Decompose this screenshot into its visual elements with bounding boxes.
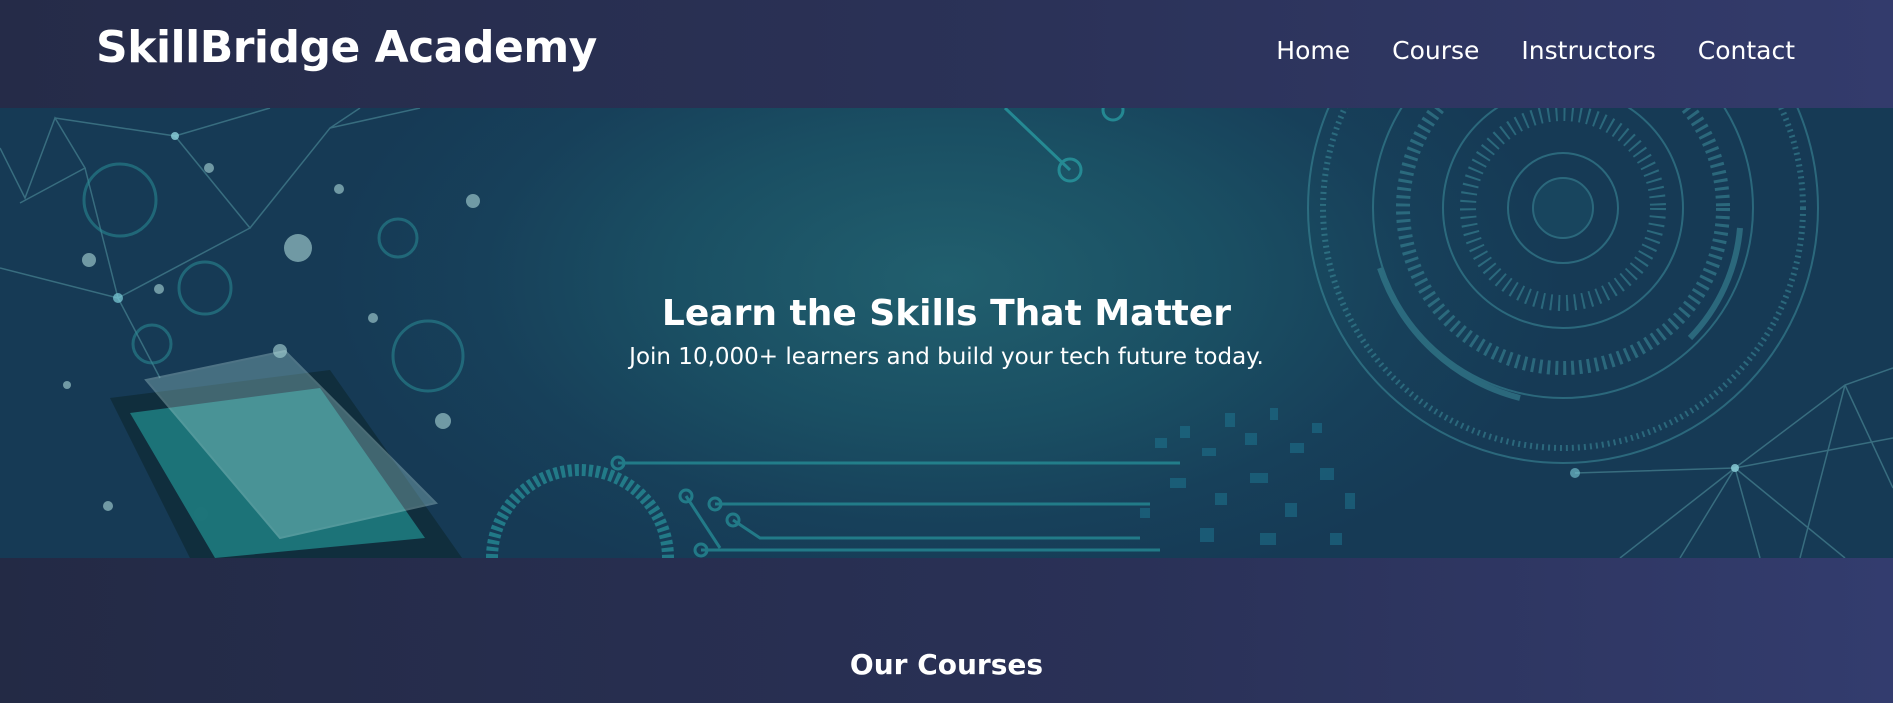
nav-link-instructors[interactable]: Instructors [1521, 36, 1655, 65]
hero-title: Learn the Skills That Matter [661, 293, 1232, 334]
nav-link-course[interactable]: Course [1392, 36, 1479, 65]
nav-link-contact[interactable]: Contact [1698, 36, 1795, 65]
main-nav: Home Course Instructors Contact [1276, 36, 1795, 65]
circuit-top [1003, 108, 1125, 183]
site-header: SkillBridge Academy Home Course Instruct… [0, 0, 1893, 108]
nav-link-home[interactable]: Home [1276, 36, 1350, 65]
data-particles [1140, 408, 1355, 545]
tech-dial [1307, 108, 1819, 464]
hero-banner: Learn the Skills That Matter Join 10,000… [0, 108, 1893, 558]
courses-section-title: Our Courses [849, 648, 1044, 681]
circuit-bottom [486, 455, 1180, 558]
hero-subtitle: Join 10,000+ learners and build your tec… [629, 344, 1264, 370]
hero-content: Learn the Skills That Matter Join 10,000… [0, 290, 1893, 374]
tablet-device-illustration [110, 349, 462, 558]
site-logo[interactable]: SkillBridge Academy [96, 22, 597, 73]
